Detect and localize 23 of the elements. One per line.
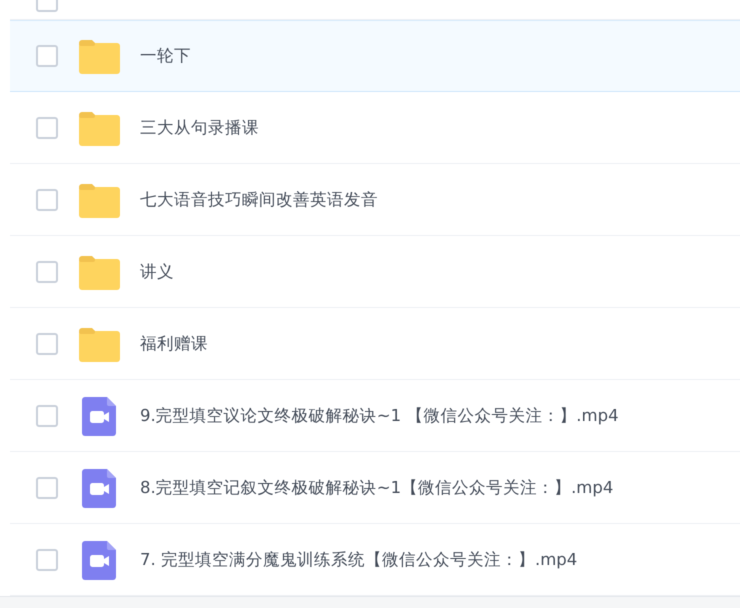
file-row[interactable]: 七大语音技巧瞬间改善英语发音 <box>10 164 740 236</box>
checkbox[interactable] <box>36 333 58 355</box>
file-name[interactable]: 一轮下 <box>140 44 191 68</box>
highlighted-row[interactable]: 一轮下 <box>10 20 740 92</box>
file-name[interactable]: 讲义 <box>140 260 174 284</box>
checkbox[interactable] <box>36 261 58 283</box>
file-row[interactable]: 讲义 <box>10 236 740 308</box>
file-row[interactable]: 9.完型填空议论文终极破解秘诀~1 【微信公众号关注：】.mp4 <box>10 380 740 452</box>
file-row[interactable]: 8.完型填空记叙文终极破解秘诀~1【微信公众号关注：】.mp4 <box>10 452 740 524</box>
file-row[interactable]: 福利赠课 <box>10 308 740 380</box>
file-name[interactable]: 9.完型填空议论文终极破解秘诀~1 【微信公众号关注：】.mp4 <box>140 404 619 428</box>
file-name[interactable]: 7. 完型填空满分魔鬼训练系统【微信公众号关注：】.mp4 <box>140 548 578 572</box>
checkbox[interactable] <box>36 189 58 211</box>
file-name[interactable]: 七大语音技巧瞬间改善英语发音 <box>140 188 378 212</box>
file-name[interactable]: 福利赠课 <box>140 332 208 356</box>
file-row[interactable]: 三大从句录播课 <box>10 92 740 164</box>
checkbox[interactable] <box>36 549 58 571</box>
checkbox[interactable] <box>36 117 58 139</box>
checkbox[interactable] <box>36 405 58 427</box>
checkbox[interactable] <box>36 477 58 499</box>
checkbox[interactable] <box>36 45 58 67</box>
file-name[interactable]: 三大从句录播课 <box>140 116 259 140</box>
file-name[interactable]: 8.完型填空记叙文终极破解秘诀~1【微信公众号关注：】.mp4 <box>140 476 614 500</box>
